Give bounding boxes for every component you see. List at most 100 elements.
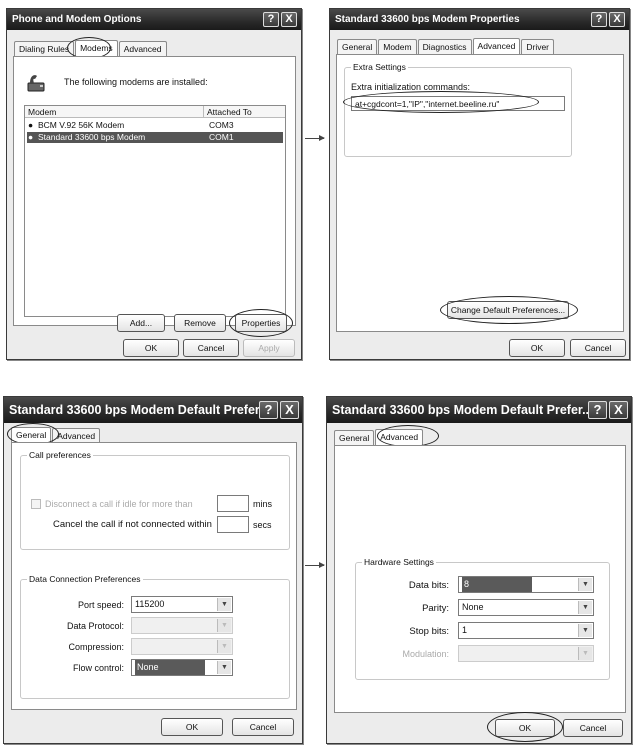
compression-select[interactable]: ▼ xyxy=(131,638,233,655)
group-label: Call preferences xyxy=(27,450,93,460)
disconnect-label: Disconnect a call if idle for more than xyxy=(45,499,193,509)
disconnect-checkbox[interactable] xyxy=(31,499,41,509)
apply-button[interactable]: Apply xyxy=(243,339,295,357)
ok-button[interactable]: OK xyxy=(123,339,179,357)
tab-diagnostics[interactable]: Diagnostics xyxy=(417,39,472,55)
chevron-down-icon[interactable]: ▼ xyxy=(578,624,592,637)
close-icon[interactable]: X xyxy=(281,12,297,27)
phone-modem-options-window: Phone and Modem Options ? X Dialing Rule… xyxy=(6,8,302,360)
help-icon[interactable]: ? xyxy=(588,401,607,419)
data-bits-value: 8 xyxy=(462,577,532,592)
group-label: Extra Settings xyxy=(351,62,408,72)
parity-select[interactable]: None ▼ xyxy=(458,599,594,616)
tab-general[interactable]: General xyxy=(11,427,52,443)
data-protocol-label: Data Protocol: xyxy=(66,621,124,631)
chevron-down-icon[interactable]: ▼ xyxy=(578,601,592,614)
secs-label: secs xyxy=(253,520,272,530)
flow-control-value: None xyxy=(135,660,205,675)
help-icon[interactable]: ? xyxy=(259,401,278,419)
modem-icon: ● xyxy=(28,132,34,142)
chevron-down-icon[interactable]: ▼ xyxy=(578,647,592,660)
flow-control-label: Flow control: xyxy=(72,663,124,673)
extra-settings-group: Extra Settings Extra initialization comm… xyxy=(344,62,572,157)
group-label: Data Connection Preferences xyxy=(27,574,143,584)
stop-bits-value: 1 xyxy=(462,625,468,635)
tab-dialing-rules[interactable]: Dialing Rules xyxy=(14,41,75,57)
modem-icon: ● xyxy=(28,120,34,130)
extra-commands-value: at+cgdcont=1,"IP","internet.beeline.ru" xyxy=(355,99,500,109)
modem-row-selected[interactable]: ● Standard 33600 bps Modem COM1 xyxy=(27,132,283,143)
cancel-button[interactable]: Cancel xyxy=(563,719,623,737)
tab-advanced[interactable]: Advanced xyxy=(118,41,167,57)
data-bits-select[interactable]: 8 ▼ xyxy=(458,576,594,593)
list-header: Modem Attached To xyxy=(25,106,285,118)
cancel-call-label: Cancel the call if not connected within xyxy=(53,519,212,530)
modem-port: COM3 xyxy=(209,120,234,130)
help-icon[interactable]: ? xyxy=(591,12,607,27)
title-bar: Standard 33600 bps Modem Properties ? X xyxy=(330,9,629,30)
title-bar: Phone and Modem Options ? X xyxy=(7,9,301,30)
chevron-down-icon[interactable]: ▼ xyxy=(217,661,231,674)
modem-row[interactable]: ● BCM V.92 56K Modem COM3 xyxy=(27,120,283,131)
data-connection-group: Data Connection Preferences Port speed: … xyxy=(20,574,290,699)
title-bar: Standard 33600 bps Modem Default Prefer.… xyxy=(327,397,631,423)
tab-panel: Hardware Settings Data bits: 8 ▼ Parity:… xyxy=(334,445,626,713)
close-icon[interactable]: X xyxy=(609,12,625,27)
data-bits-label: Data bits: xyxy=(408,580,449,591)
window-title: Phone and Modem Options xyxy=(12,14,142,25)
port-speed-value: 115200 xyxy=(135,599,165,609)
cancel-button[interactable]: Cancel xyxy=(232,718,294,736)
tab-strip: General Modem Diagnostics Advanced Drive… xyxy=(337,38,555,55)
hardware-settings-group: Hardware Settings Data bits: 8 ▼ Parity:… xyxy=(355,557,610,680)
port-speed-label: Port speed: xyxy=(77,600,124,610)
idle-minutes-input[interactable] xyxy=(217,495,249,512)
change-default-preferences-button[interactable]: Change Default Preferences... xyxy=(447,301,569,319)
help-icon[interactable]: ? xyxy=(263,12,279,27)
tab-strip: General Advanced xyxy=(334,429,424,446)
ok-button[interactable]: OK xyxy=(161,718,223,736)
modem-port: COM1 xyxy=(209,132,234,142)
tab-panel: The following modems are installed: Mode… xyxy=(13,56,296,326)
tab-general[interactable]: General xyxy=(334,430,375,446)
tab-driver[interactable]: Driver xyxy=(521,39,555,55)
column-attached-to[interactable]: Attached To xyxy=(207,107,252,117)
chevron-down-icon[interactable]: ▼ xyxy=(217,598,231,611)
modem-phone-icon xyxy=(27,75,45,92)
column-modem[interactable]: Modem xyxy=(28,107,56,117)
default-preferences-general-window: Standard 33600 bps Modem Default Prefer.… xyxy=(3,396,303,744)
tab-advanced[interactable]: Advanced xyxy=(375,429,424,445)
remove-button[interactable]: Remove xyxy=(174,314,226,332)
close-icon[interactable]: X xyxy=(609,401,628,419)
modulation-select[interactable]: ▼ xyxy=(458,645,594,662)
add-button[interactable]: Add... xyxy=(117,314,165,332)
connect-seconds-input[interactable] xyxy=(217,516,249,533)
chevron-down-icon[interactable]: ▼ xyxy=(217,640,231,653)
modem-name: Standard 33600 bps Modem xyxy=(38,132,146,142)
chevron-down-icon[interactable]: ▼ xyxy=(578,578,592,591)
port-speed-select[interactable]: 115200 ▼ xyxy=(131,596,233,613)
stop-bits-select[interactable]: 1 ▼ xyxy=(458,622,594,639)
tab-advanced[interactable]: Advanced xyxy=(472,38,521,54)
flow-control-select[interactable]: None ▼ xyxy=(131,659,233,676)
intro-text: The following modems are installed: xyxy=(64,77,208,87)
close-icon[interactable]: X xyxy=(280,401,299,419)
ok-button[interactable]: OK xyxy=(509,339,565,357)
ok-button[interactable]: OK xyxy=(495,719,555,737)
title-bar: Standard 33600 bps Modem Default Prefer.… xyxy=(4,397,302,423)
modem-properties-window: Standard 33600 bps Modem Properties ? X … xyxy=(329,8,630,360)
tab-modems[interactable]: Modems xyxy=(75,40,118,56)
stop-bits-label: Stop bits: xyxy=(409,626,449,637)
properties-button[interactable]: Properties xyxy=(235,314,287,332)
parity-label: Parity: xyxy=(422,603,449,614)
tab-general[interactable]: General xyxy=(337,39,378,55)
window-title: Standard 33600 bps Modem Default Prefer.… xyxy=(332,403,593,417)
tab-strip: Dialing Rules Modems Advanced xyxy=(14,40,167,57)
chevron-down-icon[interactable]: ▼ xyxy=(217,619,231,632)
data-protocol-select[interactable]: ▼ xyxy=(131,617,233,634)
tab-modem[interactable]: Modem xyxy=(378,39,417,55)
flow-arrow-icon xyxy=(305,562,325,568)
modem-list: Modem Attached To ● BCM V.92 56K Modem C… xyxy=(24,105,286,317)
cancel-button[interactable]: Cancel xyxy=(183,339,239,357)
extra-commands-input[interactable]: at+cgdcont=1,"IP","internet.beeline.ru" xyxy=(351,96,565,111)
cancel-button[interactable]: Cancel xyxy=(570,339,626,357)
